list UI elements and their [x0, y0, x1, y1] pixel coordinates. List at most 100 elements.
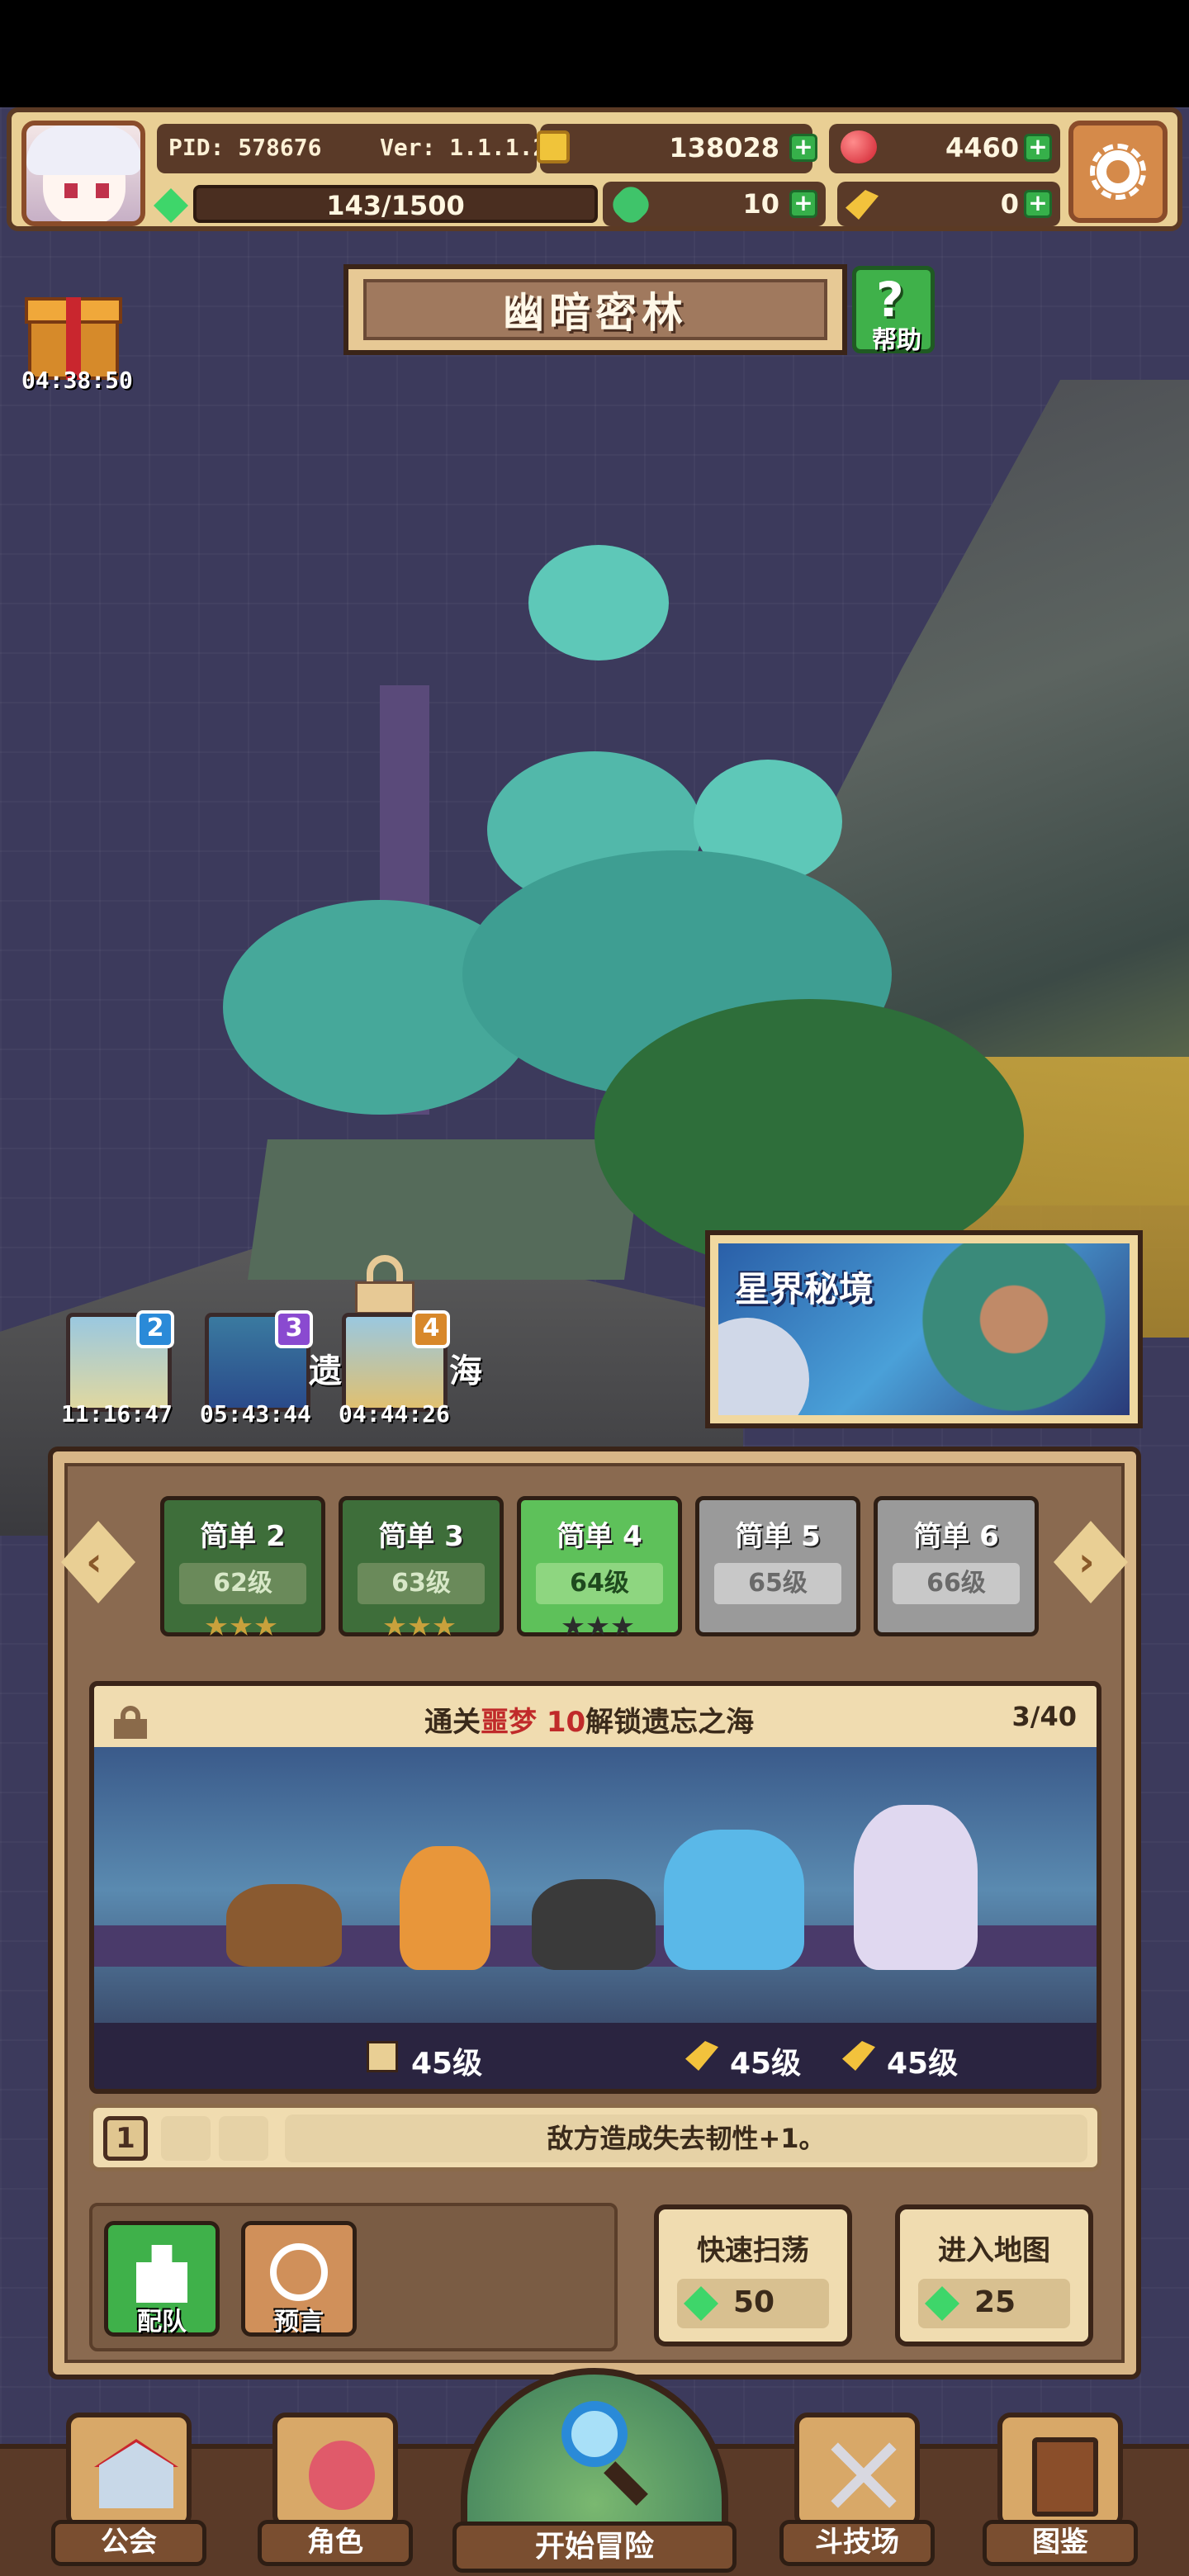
armor-icon	[367, 2041, 398, 2072]
difficulty-level: 64级	[536, 1563, 663, 1604]
requirement-level: 45级	[411, 2047, 483, 2081]
banner-inner: 幽暗密林	[363, 279, 827, 340]
portal-2[interactable]: 2	[66, 1310, 174, 1412]
difficulty-card-6[interactable]: 简单 6 66级	[874, 1496, 1039, 1636]
portal-badge: 2	[136, 1310, 174, 1348]
affix-description-box: 敌方造成失去韧性+1。	[285, 2114, 1087, 2162]
weapon-icon	[685, 2041, 718, 2071]
difficulty-name: 简单 3	[378, 1520, 464, 1553]
nav-frame	[66, 2413, 192, 2528]
affix-slot[interactable]	[219, 2116, 268, 2161]
gift-timer: 04:38:50	[21, 367, 133, 394]
nav-character[interactable]: 角色	[258, 2413, 413, 2569]
nav-codex[interactable]: 图鉴	[983, 2413, 1138, 2569]
difficulty-card-5[interactable]: 简单 5 65级	[695, 1496, 860, 1636]
stamina-value: 143/1500	[326, 190, 465, 221]
add-gold-button[interactable]: +	[789, 134, 817, 162]
player-avatar[interactable]	[21, 121, 145, 226]
astral-realm-title: 星界秘境	[735, 1269, 874, 1309]
quick-sweep-label: 快速扫荡	[697, 2234, 809, 2267]
chevron-left-icon: ‹	[86, 1539, 102, 1585]
enter-map-button[interactable]: 进入地图 25	[895, 2204, 1093, 2346]
quick-sweep-button[interactable]: 快速扫荡 50	[654, 2204, 852, 2346]
difficulty-card-2[interactable]: 简单 2 62级	[160, 1496, 325, 1636]
tree-canopy-top	[528, 545, 669, 661]
top-hud: PID: 578676 Ver: 1.1.1.2 143/1500 138028…	[7, 107, 1182, 231]
astral-realm-button[interactable]: 星界秘境	[705, 1230, 1143, 1428]
magnifier-icon	[561, 2401, 628, 2467]
star-icon	[433, 1616, 455, 1636]
game-version: Ver: 1.1.1.2	[380, 134, 547, 161]
unlock-condition: 通关噩梦 10解锁遗忘之海	[424, 1706, 755, 1739]
stamina-icon	[154, 188, 188, 223]
formation-icon	[136, 2245, 187, 2303]
nav-arena-label: 斗技场	[779, 2520, 935, 2566]
difficulty-card-4[interactable]: 简单 4 64级	[517, 1496, 682, 1636]
affix-index[interactable]: 1	[103, 2116, 148, 2161]
star-rating	[562, 1616, 637, 1636]
rabbit-mage-figure	[854, 1805, 978, 1970]
character-icon	[309, 2441, 375, 2510]
portal-badge: 3	[275, 1310, 313, 1348]
star-icon	[612, 1616, 633, 1636]
difficulty-name: 简单 5	[735, 1520, 821, 1553]
requirement-level: 45级	[730, 2047, 802, 2081]
difficulty-name: 简单 6	[913, 1520, 999, 1553]
difficulty-name: 简单 2	[200, 1520, 286, 1553]
nav-guild[interactable]: 公会	[51, 2413, 206, 2569]
star-rating	[384, 1616, 458, 1636]
prophecy-label: 预言	[274, 2308, 324, 2337]
help-label: 帮助	[872, 326, 921, 355]
player-id: PID: 578676	[168, 134, 322, 161]
crate-image	[226, 1884, 342, 1967]
help-button[interactable]: ? 帮助	[852, 266, 935, 355]
avatar-hair	[26, 125, 140, 175]
star-icon	[255, 1616, 277, 1636]
character-portrait	[915, 1243, 1113, 1415]
boot-icon	[842, 2041, 875, 2071]
team-setup-button[interactable]: 配队	[104, 2221, 220, 2337]
gold-coin-icon	[537, 130, 570, 163]
star-icon	[587, 1616, 609, 1636]
prophecy-button[interactable]: 预言	[241, 2221, 357, 2337]
portal-4[interactable]: 4	[342, 1310, 450, 1412]
avatar-eye	[64, 183, 78, 198]
locked-area-label: 海	[449, 1352, 482, 1390]
add-clover-button[interactable]: +	[789, 190, 817, 218]
portal-timer: 05:43:44	[200, 1400, 311, 1428]
start-adventure-button[interactable]: 开始冒险	[452, 2368, 737, 2576]
stage-progress: 3/40	[1011, 1701, 1077, 1732]
requirement-level: 45级	[887, 2047, 959, 2081]
affix-slot[interactable]	[161, 2116, 211, 2161]
difficulty-name: 简单 4	[557, 1520, 642, 1553]
stage-preview: 通关噩梦 10解锁遗忘之海 3/40 45级 45级 45级	[89, 1681, 1101, 2094]
cat-warrior-figure	[400, 1846, 490, 1970]
difficulty-card-3[interactable]: 简单 3 63级	[339, 1496, 504, 1636]
enter-map-cost: 25	[974, 2285, 1016, 2319]
star-icon	[206, 1616, 227, 1636]
avatar-eye	[96, 183, 109, 198]
affix-bar: 1 敌方造成失去韧性+1。	[89, 2104, 1101, 2171]
settings-button[interactable]	[1068, 121, 1168, 223]
portal-3[interactable]: 3	[205, 1310, 313, 1412]
locked-area-label: 遗	[309, 1352, 342, 1390]
add-key-button[interactable]: +	[1024, 190, 1052, 218]
clover-value: 10	[742, 188, 779, 220]
map-title-banner: 幽暗密林	[343, 264, 847, 355]
portal-timer: 04:44:26	[339, 1400, 450, 1428]
map-title: 幽暗密林	[503, 289, 688, 337]
nav-character-label: 角色	[258, 2520, 413, 2566]
star-icon	[409, 1616, 430, 1636]
nav-codex-label: 图鉴	[983, 2520, 1138, 2566]
nav-frame	[272, 2413, 398, 2528]
nav-frame	[997, 2413, 1123, 2528]
tree-plinth	[248, 1139, 644, 1280]
portal-badge: 4	[412, 1310, 450, 1348]
chevron-right-icon: ›	[1078, 1539, 1095, 1585]
lock-icon	[355, 1255, 414, 1314]
quick-sweep-cost: 50	[733, 2285, 775, 2319]
affix-description: 敌方造成失去韧性+1。	[547, 2123, 826, 2154]
nav-arena[interactable]: 斗技场	[779, 2413, 935, 2569]
gold-value: 138028	[669, 132, 779, 163]
add-ruby-button[interactable]: +	[1024, 134, 1052, 162]
